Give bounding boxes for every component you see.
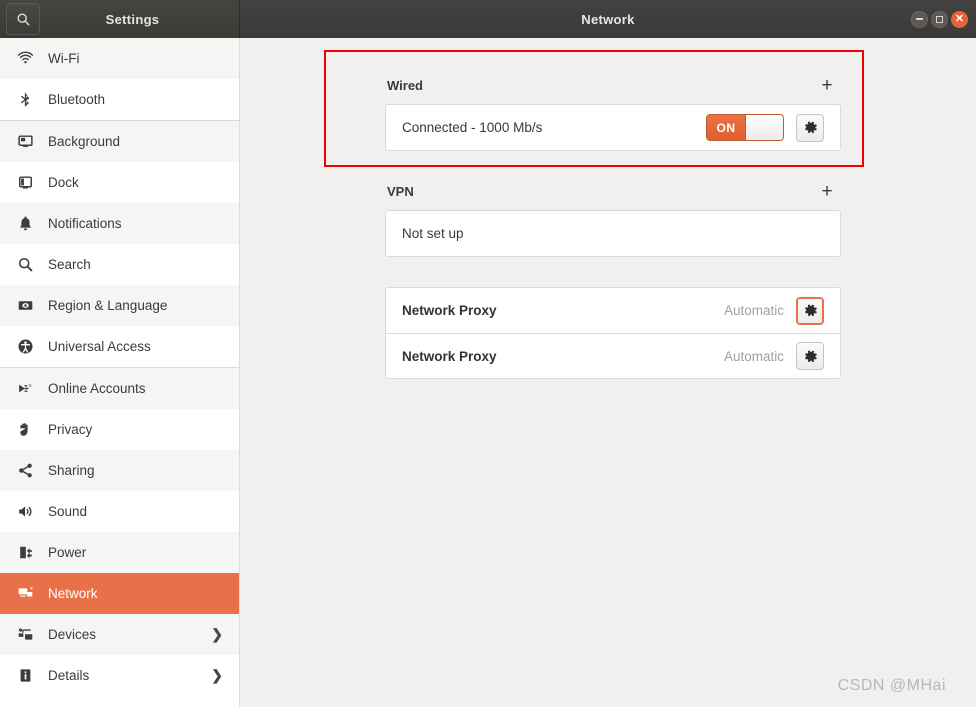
sidebar-item-background[interactable]: Background — [0, 121, 239, 162]
watermark: CSDN @MHai — [837, 677, 946, 694]
chevron-right-icon: ❯ — [211, 626, 223, 642]
titlebar-main-section: Network ✕ — [240, 0, 976, 38]
sidebar-item-bluetooth[interactable]: Bluetooth — [0, 79, 239, 120]
sidebar-item-label: Bluetooth — [48, 92, 106, 107]
sidebar-item-label: Dock — [48, 175, 79, 190]
close-icon: ✕ — [954, 12, 965, 25]
page-title: Network — [581, 11, 635, 27]
titlebar-sidebar-section: Settings — [0, 0, 240, 38]
sidebar-item-label: Online Accounts — [48, 381, 146, 396]
maximize-button[interactable] — [931, 10, 948, 28]
wired-toggle-knob — [745, 115, 783, 140]
wifi-icon — [12, 49, 38, 69]
sidebar-item-label: Wi-Fi — [48, 51, 80, 66]
network-settings-panel: Wired + Connected - 1000 Mb/s ON VPN + N… — [241, 38, 976, 707]
sidebar-item-label: Region & Language — [48, 298, 168, 313]
sidebar-item-label: Notifications — [48, 216, 122, 231]
sidebar-item-label: Privacy — [48, 422, 93, 437]
network-proxy-section: Network Proxy Automatic Network Proxy Auto… — [385, 287, 841, 379]
sidebar-item-label: Details — [48, 668, 90, 683]
settings-title: Settings — [105, 11, 160, 27]
sidebar-item-sharing[interactable]: Sharing — [0, 450, 239, 491]
network-proxy-value: Automatic — [723, 348, 784, 364]
sidebar-item-power[interactable]: Power — [0, 532, 239, 573]
sidebar-item-label: Devices — [48, 627, 97, 642]
settings-sidebar[interactable]: Wi-Fi Bluetooth Background Dock Notification… — [0, 38, 240, 707]
wired-toggle-on-label: ON — [707, 115, 745, 140]
vpn-status-label: Not set up — [402, 226, 464, 241]
window-titlebar: Settings Network ✕ — [0, 0, 976, 38]
wired-settings-button[interactable] — [796, 113, 824, 142]
add-vpn-button[interactable]: + — [815, 179, 839, 203]
sidebar-item-privacy[interactable]: Privacy — [0, 409, 239, 450]
sidebar-item-notifications[interactable]: Notifications — [0, 203, 239, 244]
sidebar-item-search[interactable]: Search — [0, 244, 239, 285]
bell-icon — [12, 214, 38, 234]
window-controls: ✕ — [911, 0, 968, 38]
sidebar-item-dock[interactable]: Dock — [0, 162, 239, 203]
power-icon — [12, 543, 38, 563]
dock-icon — [12, 173, 38, 193]
network-proxy-settings-button[interactable] — [796, 296, 824, 325]
network-proxy-settings-button[interactable] — [796, 342, 824, 370]
network-proxy-card: Network Proxy Automatic Network Proxy Auto… — [385, 287, 841, 379]
minimize-icon — [916, 18, 923, 20]
sidebar-item-label: Power — [48, 545, 87, 560]
sound-icon — [12, 502, 38, 522]
vpn-title: VPN — [387, 183, 414, 199]
sidebar-item-online-accounts[interactable]: s Online Accounts — [0, 368, 239, 409]
vpn-section: VPN + Not set up — [385, 178, 841, 257]
svg-text:s: s — [28, 383, 31, 389]
devices-icon — [12, 625, 38, 645]
sidebar-item-network[interactable]: Network — [0, 573, 239, 614]
search-icon — [12, 255, 38, 275]
wired-title: Wired — [387, 77, 423, 93]
wired-card: Connected - 1000 Mb/s ON — [385, 104, 841, 151]
bluetooth-icon — [12, 90, 38, 110]
gear-icon — [804, 349, 817, 362]
sharing-icon — [12, 461, 38, 481]
network-proxy-label: Network Proxy — [402, 348, 497, 364]
minimize-button[interactable] — [911, 10, 928, 28]
sidebar-item-details[interactable]: Details ❯ — [0, 655, 239, 696]
sidebar-item-sound[interactable]: Sound — [0, 491, 239, 532]
sidebar-item-label: Background — [48, 134, 121, 149]
network-proxy-row[interactable]: Network Proxy Automatic — [386, 288, 840, 333]
sidebar-item-region-language[interactable]: Region & Language — [0, 285, 239, 326]
privacy-hand-icon — [12, 420, 38, 440]
sidebar-item-label: Search — [48, 257, 91, 272]
chevron-right-icon: ❯ — [211, 667, 223, 683]
wired-header: Wired + — [385, 72, 841, 98]
search-button[interactable] — [6, 3, 40, 35]
sidebar-item-label: Sound — [48, 504, 88, 519]
network-proxy-value: Automatic — [723, 303, 784, 318]
sidebar-item-label: Network — [48, 586, 98, 601]
sidebar-item-label: Universal Access — [48, 339, 151, 354]
close-button[interactable]: ✕ — [951, 10, 968, 28]
wired-toggle[interactable]: ON — [706, 114, 784, 141]
details-info-icon — [12, 666, 38, 686]
vpn-header: VPN + — [385, 178, 841, 204]
vpn-status-row[interactable]: Not set up — [386, 211, 840, 256]
sidebar-item-universal-access[interactable]: Universal Access — [0, 326, 239, 367]
network-proxy-label: Network Proxy — [402, 303, 497, 318]
region-language-icon — [12, 296, 38, 316]
sidebar-item-wi-fi[interactable]: Wi-Fi — [0, 38, 239, 79]
network-icon — [12, 584, 38, 604]
universal-access-icon — [12, 337, 38, 357]
maximize-icon — [936, 15, 943, 23]
online-accounts-icon: s — [12, 379, 38, 399]
network-proxy-row[interactable]: Network Proxy Automatic — [386, 333, 840, 378]
sidebar-item-label: Sharing — [48, 463, 95, 478]
wired-section: Wired + Connected - 1000 Mb/s ON — [385, 72, 841, 151]
gear-icon — [804, 121, 817, 134]
search-icon — [16, 12, 30, 26]
wired-status-label: Connected - 1000 Mb/s — [402, 120, 543, 135]
background-icon — [12, 132, 38, 152]
wired-connection-row[interactable]: Connected - 1000 Mb/s ON — [386, 105, 840, 150]
gear-icon — [804, 304, 817, 317]
add-wired-button[interactable]: + — [815, 73, 839, 97]
vpn-card: Not set up — [385, 210, 841, 257]
sidebar-item-devices[interactable]: Devices ❯ — [0, 614, 239, 655]
